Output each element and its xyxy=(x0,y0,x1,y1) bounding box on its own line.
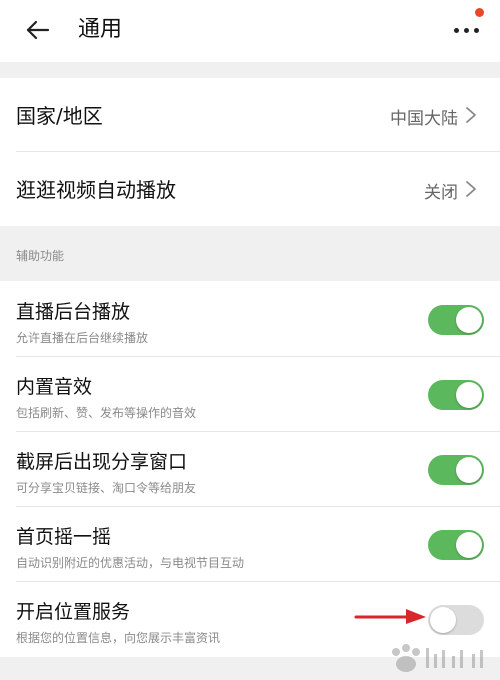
toggle-subtitle: 根据您的位置信息，向您展示丰富资讯 xyxy=(16,631,221,645)
country-region-label: 国家/地区 xyxy=(16,104,103,128)
section-title-accessibility: 辅助功能 xyxy=(16,249,65,263)
notification-dot xyxy=(475,8,484,17)
video-autoplay-row[interactable]: 逛逛视频自动播放 关闭 xyxy=(0,152,500,226)
toggle-title: 截屏后出现分享窗口 xyxy=(16,451,188,473)
top-bar: 通用 xyxy=(0,0,500,62)
toggle-row-screenshot-share: 截屏后出现分享窗口 可分享宝贝链接、淘口令等给朋友 xyxy=(0,431,500,506)
toggle-subtitle: 允许直播在后台继续播放 xyxy=(16,331,149,345)
toggle-title: 开启位置服务 xyxy=(16,601,131,623)
toggle-title: 内置音效 xyxy=(16,376,93,398)
video-autoplay-label: 逛逛视频自动播放 xyxy=(16,178,176,202)
screenshot-share-toggle[interactable] xyxy=(428,455,484,485)
page-title: 通用 xyxy=(78,17,123,42)
annotation-arrow-icon xyxy=(354,605,428,627)
live-background-toggle[interactable] xyxy=(428,305,484,335)
location-service-toggle[interactable] xyxy=(428,605,484,635)
shake-toggle[interactable] xyxy=(428,530,484,560)
toggle-title: 首页摇一摇 xyxy=(16,526,112,548)
accessibility-settings-group: 直播后台播放 允许直播在后台继续播放 内置音效 包括刷新、赞、发布等操作的音效 … xyxy=(0,281,500,657)
toggle-row-sound-effects: 内置音效 包括刷新、赞、发布等操作的音效 xyxy=(0,356,500,431)
chevron-right-icon xyxy=(464,105,478,125)
back-arrow-icon[interactable] xyxy=(22,14,54,46)
country-region-row[interactable]: 国家/地区 中国大陆 xyxy=(0,78,500,152)
toggle-title: 直播后台播放 xyxy=(16,301,131,323)
general-settings-group: 国家/地区 中国大陆 逛逛视频自动播放 关闭 xyxy=(0,78,500,226)
toggle-row-shake: 首页摇一摇 自动识别附近的优惠活动，与电视节目互动 xyxy=(0,506,500,581)
video-autoplay-value: 关闭 xyxy=(424,183,458,203)
toggle-subtitle: 自动识别附近的优惠活动，与电视节目互动 xyxy=(16,556,245,570)
baidu-watermark-logo xyxy=(382,640,498,676)
toggle-row-live-background: 直播后台播放 允许直播在后台继续播放 xyxy=(0,281,500,356)
sound-effects-toggle[interactable] xyxy=(428,380,484,410)
chevron-right-icon xyxy=(464,179,478,199)
toggle-subtitle: 可分享宝贝链接、淘口令等给朋友 xyxy=(16,481,197,495)
more-dots-icon[interactable] xyxy=(448,8,488,46)
toggle-subtitle: 包括刷新、赞、发布等操作的音效 xyxy=(16,406,197,420)
country-region-value: 中国大陆 xyxy=(390,109,458,129)
